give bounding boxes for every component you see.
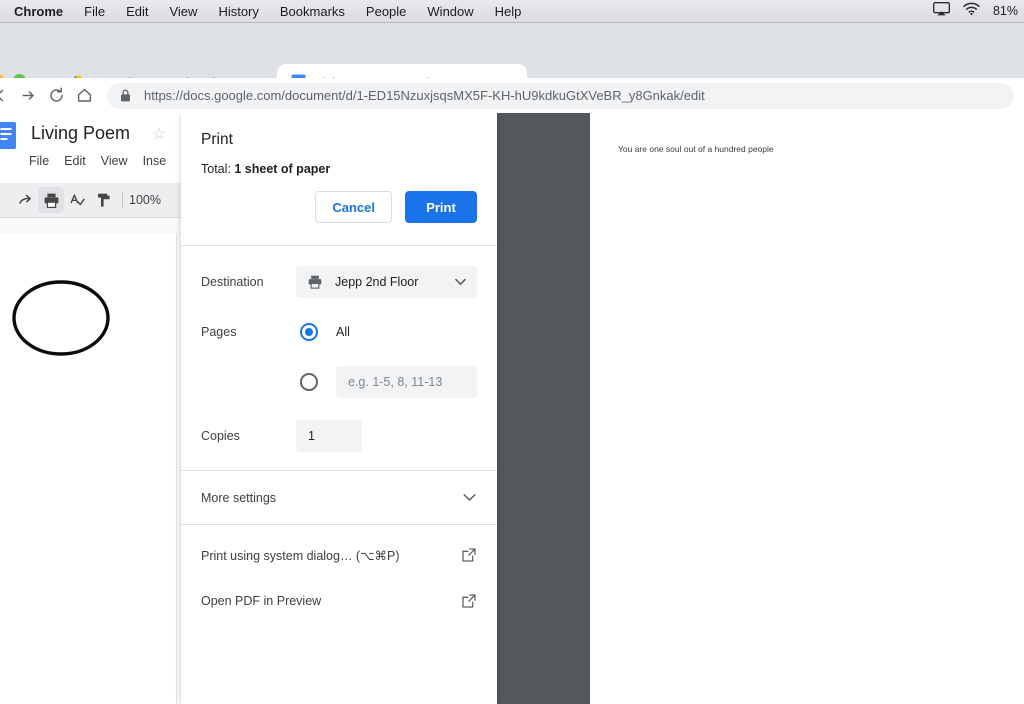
pages-label: Pages <box>201 325 237 339</box>
pages-all-radio[interactable] <box>300 323 318 341</box>
back-arrow-icon[interactable] <box>0 82 14 110</box>
print-total-value: 1 sheet of paper <box>234 162 331 176</box>
pages-custom-row: e.g. 1-5, 8, 11-13 <box>201 366 477 398</box>
print-dialog-header: Print Total: 1 sheet of paper Cancel Pri… <box>181 113 497 245</box>
radio-dot <box>305 328 313 336</box>
docs-menu-edit[interactable]: Edit <box>64 154 86 168</box>
screen: Chrome File Edit View History Bookmarks … <box>0 0 1024 704</box>
battery-percentage: 81% <box>992 4 1018 18</box>
forward-arrow-icon[interactable] <box>14 82 42 110</box>
redo-icon[interactable] <box>12 187 38 213</box>
external-link-icon <box>461 594 477 608</box>
document-title[interactable]: Living Poem <box>31 123 130 144</box>
toolbar-divider <box>122 191 123 209</box>
copies-label: Copies <box>201 429 240 443</box>
external-link-icon <box>461 548 477 562</box>
zoom-level[interactable]: 100% <box>129 193 161 207</box>
print-total-summary: Total: 1 sheet of paper <box>201 149 477 176</box>
menubar-item-history[interactable]: History <box>218 5 258 18</box>
preview-document-text: You are one soul out of a hundred people <box>618 144 774 154</box>
destination-label: Destination <box>201 275 264 289</box>
chrome-toolbar: https://docs.google.com/document/d/1-ED1… <box>0 78 1024 113</box>
docs-page-sheet <box>0 234 177 704</box>
docs-menu-file[interactable]: File <box>29 154 49 168</box>
chrome-tabstrip: My Drive - Google Drive × Living Poem - … <box>0 23 1024 101</box>
docs-header: Living Poem ☆ File Edit View Inse <box>0 113 181 181</box>
print-using-system-dialog-link[interactable]: Print using system dialog… (⌥⌘P) <box>181 532 497 578</box>
menubar-item-edit[interactable]: Edit <box>126 5 148 18</box>
print-dialog-actions: Cancel Print <box>201 176 477 245</box>
docs-canvas <box>0 217 181 704</box>
home-icon[interactable] <box>70 82 98 110</box>
menubar-item-file[interactable]: File <box>84 5 105 18</box>
wifi-icon[interactable] <box>963 2 980 20</box>
lock-icon <box>120 89 134 102</box>
pages-all-row: Pages All <box>201 320 477 344</box>
url-text: https://docs.google.com/document/d/1-ED1… <box>144 88 705 103</box>
print-preview-page: You are one soul out of a hundred people <box>590 113 1024 704</box>
print-icon[interactable] <box>38 187 64 213</box>
paint-format-icon[interactable] <box>90 187 116 213</box>
omnibox[interactable]: https://docs.google.com/document/d/1-ED1… <box>107 82 1014 109</box>
destination-value: Jepp 2nd Floor <box>335 275 419 289</box>
print-total-prefix: Total: <box>201 162 235 176</box>
chevron-down-icon <box>453 278 467 286</box>
star-outline-icon[interactable]: ☆ <box>152 127 166 143</box>
print-dialog: Print Total: 1 sheet of paper Cancel Pri… <box>181 113 497 704</box>
menubar-item-chrome[interactable]: Chrome <box>14 5 63 18</box>
page-content: Living Poem ☆ File Edit View Inse 100% Y… <box>0 113 1024 704</box>
print-settings: Destination Jepp 2nd Floor Pages All e.g… <box>181 246 497 470</box>
copies-input[interactable]: 1 <box>296 420 362 452</box>
pages-custom-input[interactable]: e.g. 1-5, 8, 11-13 <box>336 366 477 398</box>
pages-custom-radio[interactable] <box>300 373 318 391</box>
print-button[interactable]: Print <box>405 191 477 223</box>
docs-menu-insert[interactable]: Inse <box>143 154 167 168</box>
menubar-item-window[interactable]: Window <box>427 5 473 18</box>
google-docs-app: Living Poem ☆ File Edit View Inse 100% <box>0 113 181 704</box>
reload-icon[interactable] <box>42 82 70 110</box>
cancel-button[interactable]: Cancel <box>315 191 392 223</box>
print-dialog-links: Print using system dialog… (⌥⌘P) Open PD… <box>181 525 497 624</box>
spellcheck-icon[interactable] <box>64 187 90 213</box>
link-label: Open PDF in Preview <box>201 594 322 608</box>
menubar-items: Chrome File Edit View History Bookmarks … <box>0 5 933 18</box>
docs-toolbar: 100% <box>0 183 181 217</box>
menubar-status-items: 81% <box>933 1 1024 21</box>
more-settings-toggle[interactable]: More settings <box>181 471 497 524</box>
destination-select[interactable]: Jepp 2nd Floor <box>296 266 477 298</box>
copies-row: Copies 1 <box>201 420 477 452</box>
docs-menu-view[interactable]: View <box>101 154 128 168</box>
menubar-item-people[interactable]: People <box>366 5 406 18</box>
printer-icon <box>307 274 325 290</box>
docs-menubar: File Edit View Inse <box>29 154 166 168</box>
menubar-item-help[interactable]: Help <box>495 5 522 18</box>
menubar-item-view[interactable]: View <box>169 5 197 18</box>
google-docs-logo-icon <box>0 122 16 149</box>
print-dialog-title: Print <box>201 131 233 148</box>
destination-row: Destination Jepp 2nd Floor <box>201 266 477 298</box>
link-label: Print using system dialog… (⌥⌘P) <box>201 548 400 563</box>
open-pdf-in-preview-link[interactable]: Open PDF in Preview <box>181 578 497 624</box>
airplay-icon[interactable] <box>933 1 950 21</box>
more-settings-label: More settings <box>201 490 277 505</box>
pages-all-label: All <box>336 325 350 339</box>
macos-menubar: Chrome File Edit View History Bookmarks … <box>0 0 1024 23</box>
chevron-down-icon <box>461 493 477 502</box>
menubar-item-bookmarks[interactable]: Bookmarks <box>280 5 345 18</box>
